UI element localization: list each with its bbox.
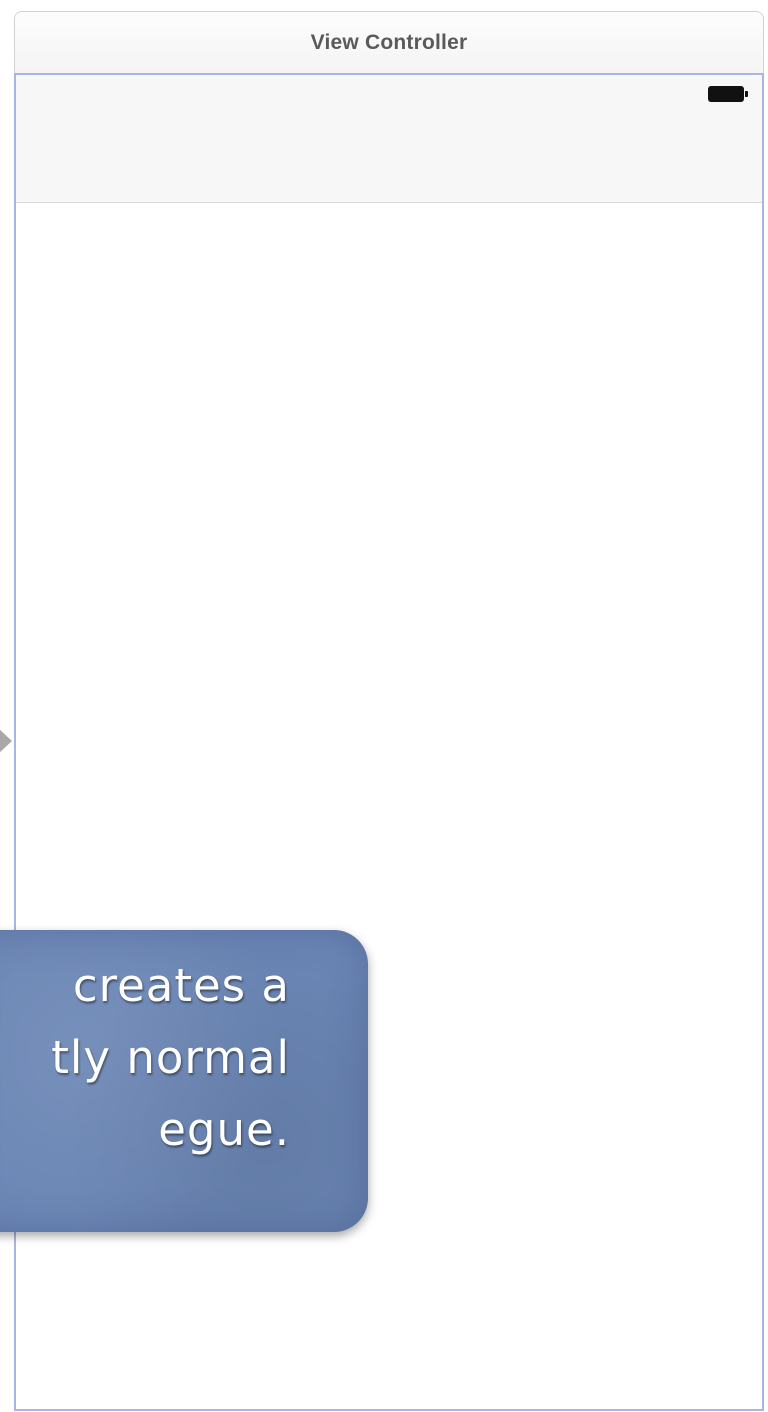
storyboard-canvas: View Controller creates a tly normal egu… (0, 0, 768, 1412)
scene-title: View Controller (310, 30, 468, 54)
battery-full-icon (708, 86, 748, 102)
scene-title-bar[interactable]: View Controller (14, 11, 764, 73)
arrow-right-icon[interactable] (0, 728, 12, 754)
battery-tip (745, 91, 748, 97)
battery-body (708, 86, 744, 102)
callout-text: creates a tly normal egue. (0, 950, 290, 1166)
callout-line: tly normal (51, 1031, 290, 1084)
callout-line: creates a (72, 959, 290, 1012)
status-bar (16, 75, 762, 203)
callout-line: egue. (158, 1103, 290, 1156)
annotation-callout: creates a tly normal egue. (0, 930, 368, 1232)
